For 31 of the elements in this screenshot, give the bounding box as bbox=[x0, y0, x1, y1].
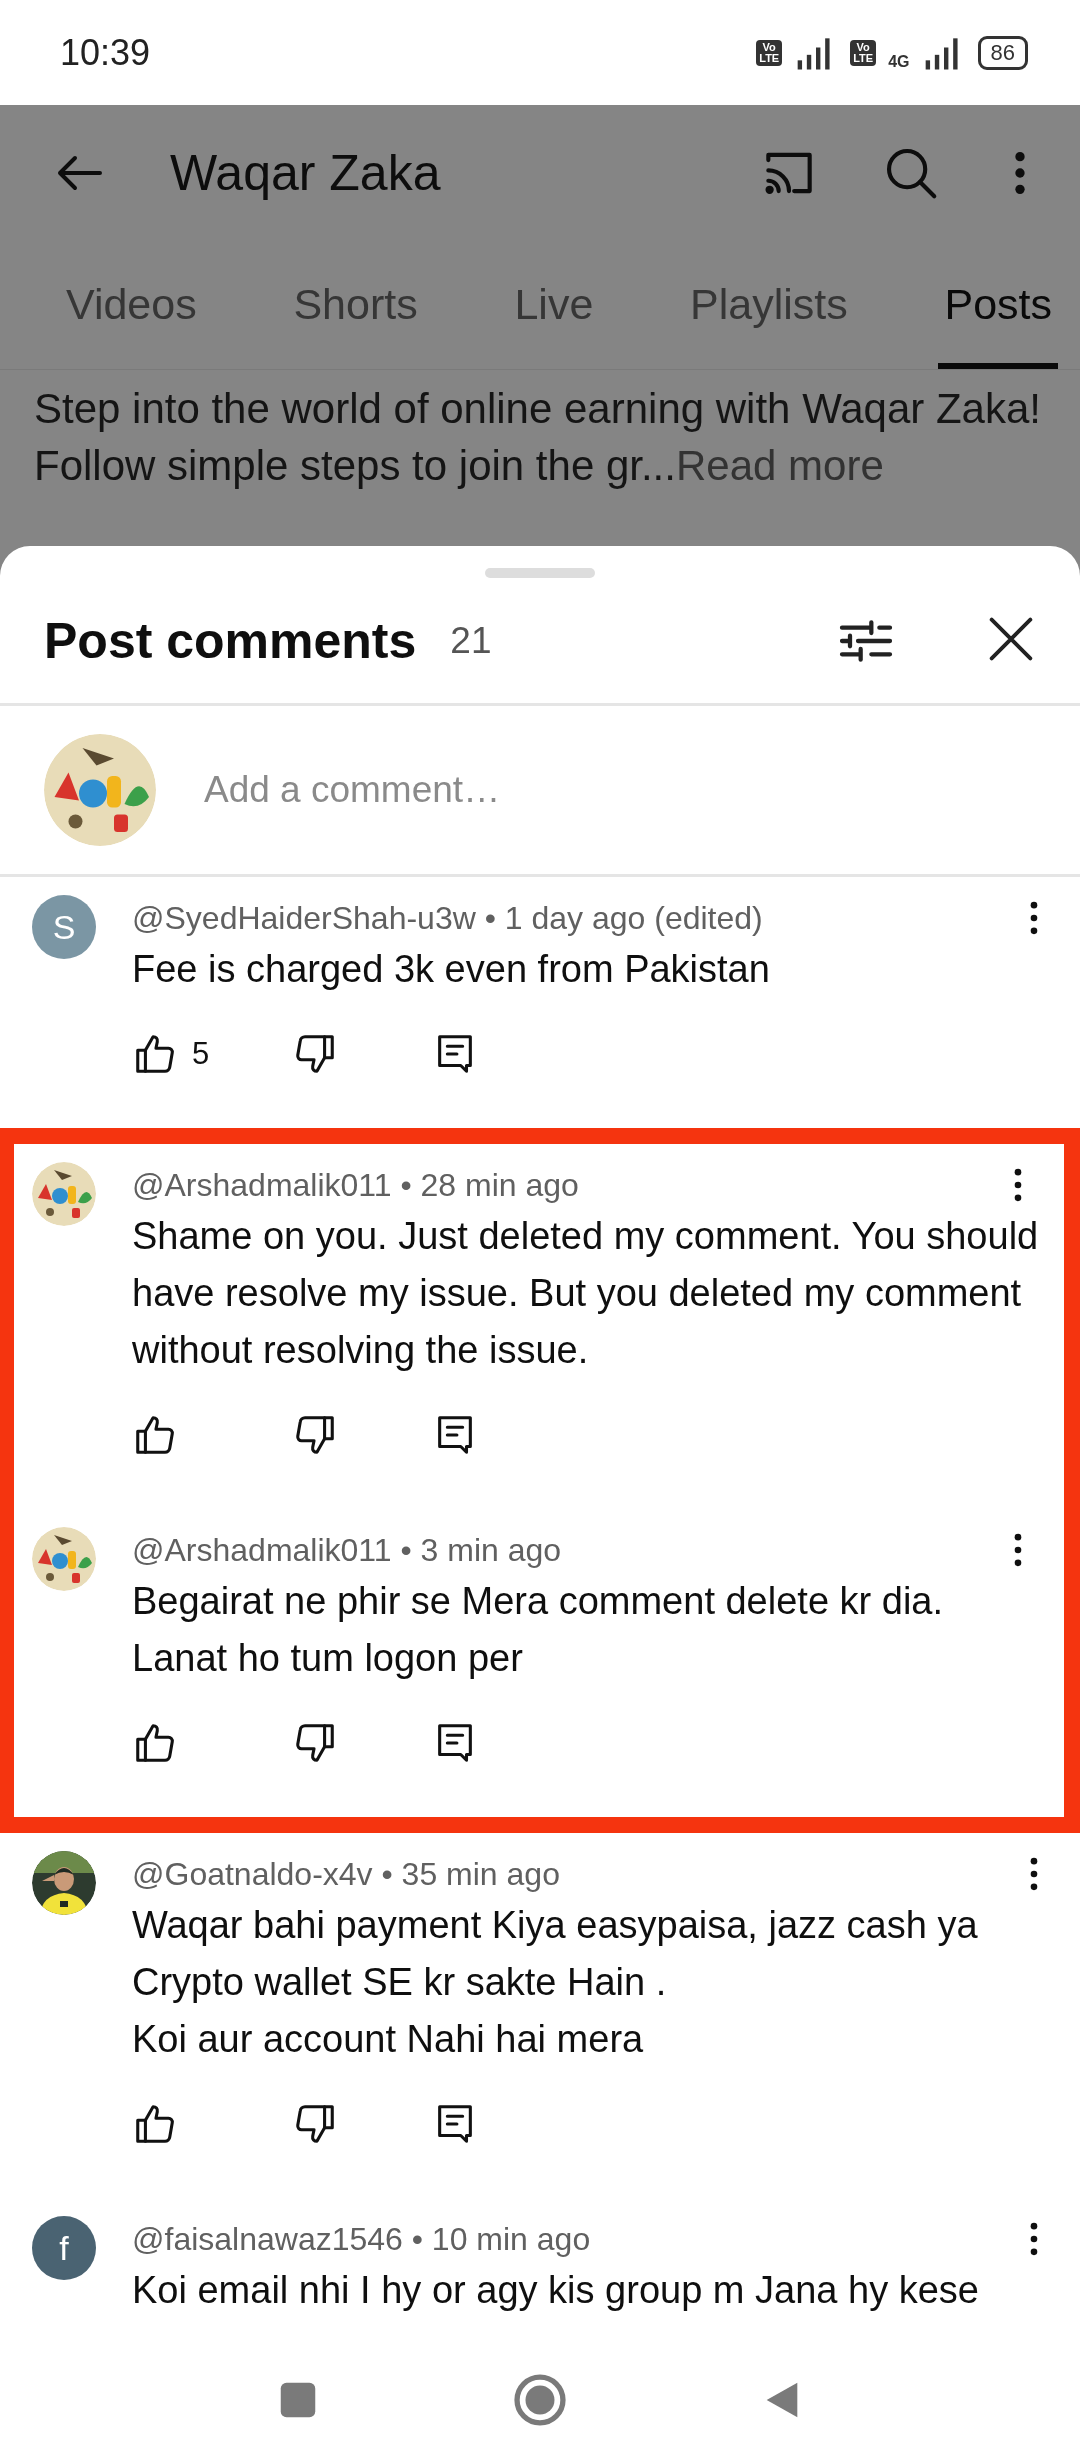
comment-meta: @faisalnawaz1546 • 10 min ago bbox=[132, 2220, 592, 2258]
sheet-title: Post comments bbox=[44, 611, 417, 670]
home-circle-icon[interactable] bbox=[511, 2371, 569, 2429]
comment-meta: @SyedHaiderShah-u3w • 1 day ago (edited) bbox=[132, 899, 764, 937]
comment-text: Begairat ne phir se Mera comment delete kr dia. Lanat ho tum logon per bbox=[132, 1579, 945, 1681]
tab[interactable]: Playlists bbox=[684, 240, 854, 369]
clock: 10:39 bbox=[60, 31, 152, 74]
network-type: 4G bbox=[888, 52, 910, 71]
comment-count: 21 bbox=[450, 619, 493, 662]
channel-title: Waqar Zaka bbox=[170, 143, 442, 202]
read-more-link[interactable]: Read more bbox=[675, 442, 884, 489]
battery-indicator: 86 bbox=[977, 35, 1028, 70]
comment-text: Shame on you. Just deleted my comment. You should have resolve my issue. But you deleted my comment without resolving the issue. bbox=[132, 1214, 1040, 1373]
tab[interactable]: Posts bbox=[938, 240, 1058, 369]
volte-badge: Vo LTE bbox=[850, 39, 877, 66]
volte-badge: Vo LTE bbox=[756, 39, 783, 66]
drag-handle[interactable] bbox=[485, 568, 595, 578]
avatar[interactable]: S bbox=[32, 895, 96, 959]
comment-meta: @Arshadmalik011 • 3 min ago bbox=[132, 1531, 563, 1569]
comment-meta: @Arshadmalik011 • 28 min ago bbox=[132, 1166, 580, 1204]
comment-text: Koi email nhi I hy or agy kis group m Jana hy kese bbox=[132, 2268, 980, 2313]
comment-text: Fee is charged 3k even from Pakistan bbox=[132, 947, 771, 992]
tab[interactable]: Videos bbox=[60, 240, 203, 369]
like-button[interactable]: 5 bbox=[132, 1031, 292, 1077]
comment-meta: @Goatnaldo-x4v • 35 min ago bbox=[132, 1855, 561, 1893]
comment-text: Waqar bahi payment Kiya easypaisa, jazz cash ya Crypto wallet SE kr sakte Hain . Koi aur account Nahi hai mera bbox=[132, 1903, 979, 2062]
tab[interactable]: Shorts bbox=[287, 240, 424, 369]
post-text: Step into the world of online earning with Waqar Zaka! Follow simple steps to join the gr...Read more bbox=[34, 384, 1042, 491]
comment-input[interactable]: Add a comment… bbox=[202, 768, 1036, 812]
avatar[interactable]: f bbox=[32, 2216, 96, 2280]
tab[interactable]: Live bbox=[508, 240, 600, 369]
